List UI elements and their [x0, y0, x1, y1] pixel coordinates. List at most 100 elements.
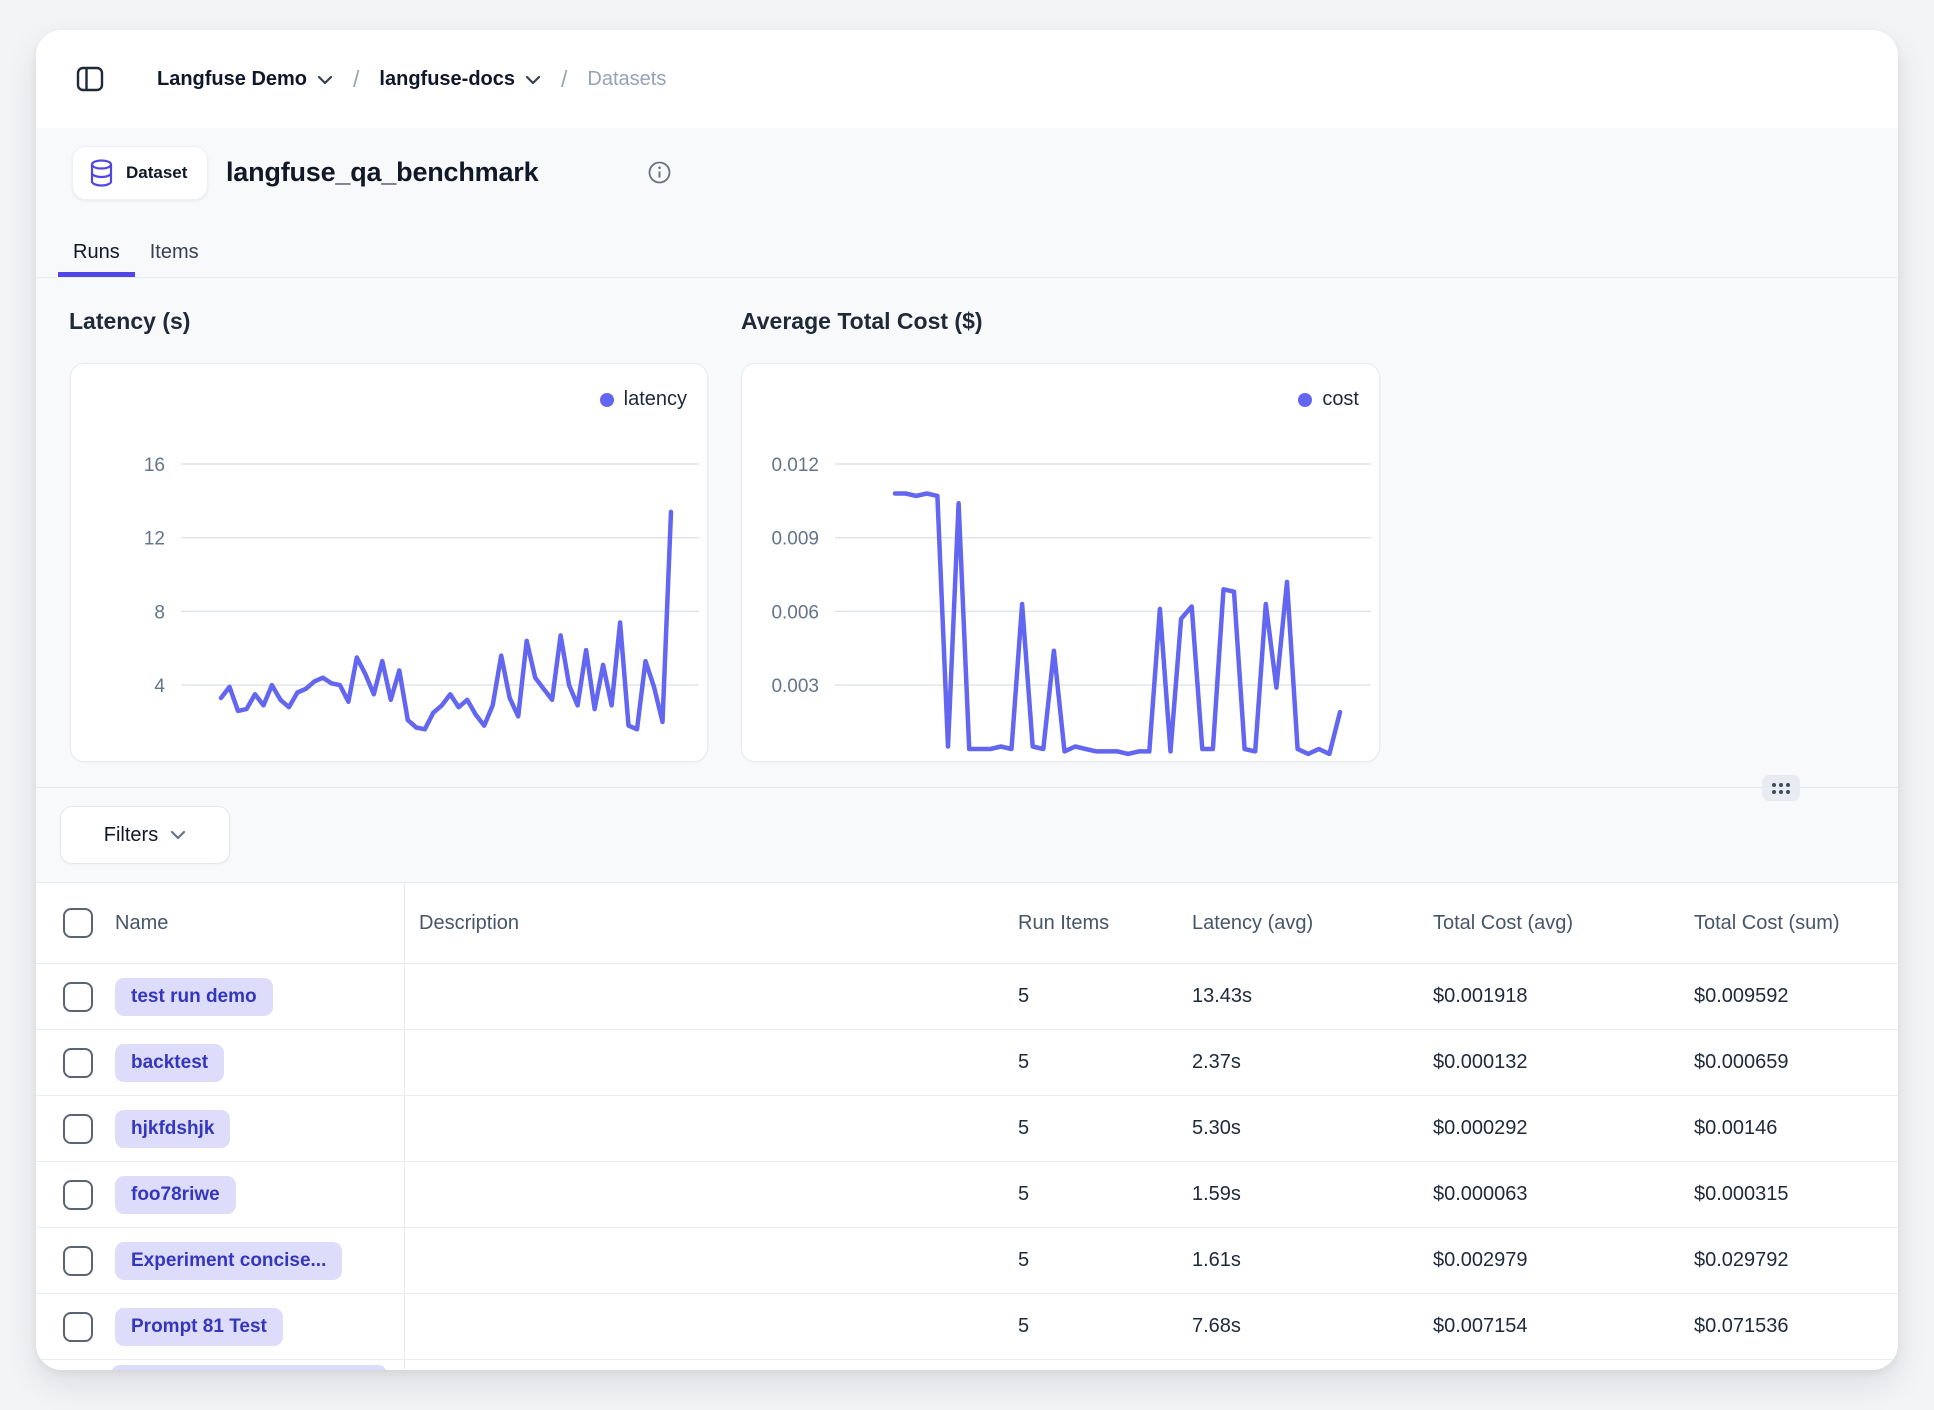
run-name-link[interactable]: [111, 1365, 387, 1370]
cell-latency-avg: 2.37s: [1156, 1051, 1397, 1074]
table-body: test run demo513.43s$0.001918$0.009592ba…: [36, 964, 1898, 1370]
cell-latency-avg: 1.61s: [1156, 1249, 1397, 1272]
dataset-badge-label: Dataset: [126, 163, 187, 183]
cell-name: hjkfdshjk: [36, 1110, 404, 1148]
run-name-link[interactable]: foo78riwe: [115, 1176, 236, 1214]
svg-text:8: 8: [154, 602, 165, 623]
cell-name: Experiment concise...: [36, 1242, 404, 1280]
run-name-link[interactable]: Prompt 81 Test: [115, 1308, 283, 1346]
row-checkbox[interactable]: [63, 1114, 93, 1144]
latency-chart: 161284: [71, 364, 707, 761]
cell-total-cost-avg: $0.000063: [1397, 1183, 1658, 1206]
table-row: [36, 1360, 1898, 1370]
legend-dot: [600, 393, 614, 407]
run-name-link[interactable]: backtest: [115, 1044, 224, 1082]
header-run-items: Run Items: [982, 912, 1156, 935]
latency-chart-title: Latency (s): [69, 308, 190, 335]
table-row: test run demo513.43s$0.001918$0.009592: [36, 964, 1898, 1030]
cell-description: [404, 1030, 982, 1095]
legend-dot: [1298, 393, 1312, 407]
cell-total-cost-avg: $0.001918: [1397, 985, 1658, 1008]
header-name: Name: [36, 908, 404, 938]
info-icon[interactable]: [648, 161, 671, 189]
select-all-checkbox[interactable]: [63, 908, 93, 938]
cell-total-cost-sum: $0.000659: [1658, 1051, 1898, 1074]
table-row: Experiment concise...51.61s$0.002979$0.0…: [36, 1228, 1898, 1294]
cell-latency-avg: 13.43s: [1156, 985, 1397, 1008]
tab-items[interactable]: Items: [135, 232, 214, 277]
runs-table: Name Description Run Items Latency (avg)…: [36, 882, 1898, 1370]
cell-description: [404, 964, 982, 1029]
breadcrumb-org-label: Langfuse Demo: [157, 68, 307, 91]
svg-text:12: 12: [144, 529, 165, 550]
chevron-down-icon: [525, 75, 541, 85]
breadcrumb-org[interactable]: Langfuse Demo: [157, 68, 333, 91]
page-title: langfuse_qa_benchmark: [226, 146, 538, 198]
cost-chart-legend: cost: [1298, 388, 1359, 411]
cell-total-cost-avg: $0.000132: [1397, 1051, 1658, 1074]
cost-chart-title: Average Total Cost ($): [741, 308, 983, 335]
dataset-badge: Dataset: [72, 146, 208, 200]
row-checkbox[interactable]: [63, 1180, 93, 1210]
run-name-link[interactable]: Experiment concise...: [115, 1242, 342, 1280]
section-divider: [36, 787, 1898, 788]
resize-handle[interactable]: [1762, 775, 1800, 801]
table-row: backtest 52.37s$0.000132$0.000659: [36, 1030, 1898, 1096]
desktop-background: { "breadcrumb": { "org": "Langfuse Demo"…: [0, 0, 1934, 1410]
svg-text:4: 4: [154, 676, 165, 697]
cell-latency-avg: 1.59s: [1156, 1183, 1397, 1206]
svg-text:0.009: 0.009: [771, 529, 819, 550]
cell-run-items: 5: [982, 1315, 1156, 1338]
chevron-down-icon: [170, 830, 186, 840]
latency-chart-legend: latency: [600, 388, 687, 411]
breadcrumb-separator: /: [347, 66, 365, 93]
cell-total-cost-sum: $0.00146: [1658, 1117, 1898, 1140]
tab-bar-border: [36, 277, 1898, 278]
row-checkbox[interactable]: [63, 1246, 93, 1276]
breadcrumb-section[interactable]: Datasets: [587, 68, 666, 91]
cell-description: [404, 1360, 982, 1370]
breadcrumb-project[interactable]: langfuse-docs: [379, 68, 541, 91]
cell-description: [404, 1162, 982, 1227]
filters-button[interactable]: Filters: [60, 806, 230, 864]
svg-text:0.006: 0.006: [771, 602, 819, 623]
table-row: Prompt 81 Test57.68s$0.007154$0.071536: [36, 1294, 1898, 1360]
cell-description: [404, 1294, 982, 1359]
cell-run-items: 5: [982, 1117, 1156, 1140]
cell-name: backtest: [36, 1044, 404, 1082]
cell-name: Prompt 81 Test: [36, 1308, 404, 1346]
column-label-name: Name: [115, 912, 168, 935]
row-checkbox[interactable]: [63, 1312, 93, 1342]
database-icon: [89, 159, 114, 187]
header-total-cost-avg: Total Cost (avg): [1397, 912, 1658, 935]
cell-total-cost-sum: $0.071536: [1658, 1315, 1898, 1338]
breadcrumb-project-label: langfuse-docs: [379, 68, 515, 91]
cell-latency-avg: 5.30s: [1156, 1117, 1397, 1140]
cell-run-items: 5: [982, 1183, 1156, 1206]
cell-run-items: 5: [982, 1051, 1156, 1074]
run-name-link[interactable]: test run demo: [115, 978, 273, 1016]
cell-description: [404, 1096, 982, 1161]
tab-bar: Runs Items: [58, 232, 214, 277]
cell-name: foo78riwe: [36, 1176, 404, 1214]
cell-description: [404, 1228, 982, 1293]
table-row: hjkfdshjk 55.30s$0.000292$0.00146: [36, 1096, 1898, 1162]
table-row: foo78riwe 51.59s$0.000063$0.000315: [36, 1162, 1898, 1228]
cell-latency-avg: 7.68s: [1156, 1315, 1397, 1338]
row-checkbox[interactable]: [63, 982, 93, 1012]
top-bar: Langfuse Demo / langfuse-docs / Datasets: [36, 30, 1898, 129]
cell-total-cost-sum: $0.029792: [1658, 1249, 1898, 1272]
cost-chart: 0.0120.0090.0060.003: [742, 364, 1379, 761]
cell-total-cost-sum: $0.000315: [1658, 1183, 1898, 1206]
tab-runs[interactable]: Runs: [58, 232, 135, 277]
table-header-row: Name Description Run Items Latency (avg)…: [36, 883, 1898, 964]
sidebar-toggle-button[interactable]: [75, 62, 109, 96]
row-checkbox[interactable]: [63, 1048, 93, 1078]
run-name-link[interactable]: hjkfdshjk: [115, 1110, 230, 1148]
cell-total-cost-avg: $0.000292: [1397, 1117, 1658, 1140]
cell-run-items: 5: [982, 985, 1156, 1008]
breadcrumb: Langfuse Demo / langfuse-docs / Datasets: [157, 66, 666, 93]
panel-left-icon: [75, 64, 105, 94]
cell-total-cost-avg: $0.002979: [1397, 1249, 1658, 1272]
header-total-cost-sum: Total Cost (sum): [1658, 912, 1898, 935]
